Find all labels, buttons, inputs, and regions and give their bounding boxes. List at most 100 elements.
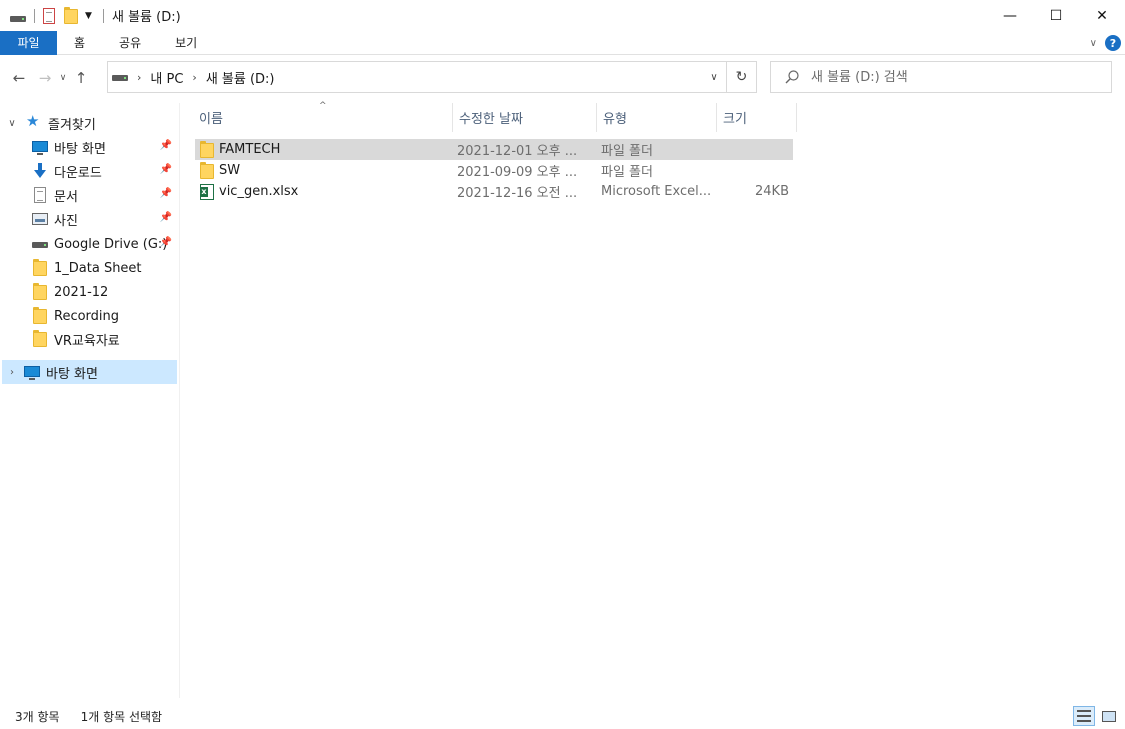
nav-label: 다운로드	[54, 165, 102, 181]
customize-toolbar-icon[interactable]: ▼	[85, 8, 95, 24]
file-list: 이름 ^ 수정한 날짜 유형 크기 FAMTECH 2021-12-01 오후 …	[181, 101, 1125, 698]
nav-item-documents[interactable]: 문서 📌	[0, 183, 178, 207]
column-size-label: 크기	[723, 112, 747, 127]
pin-icon[interactable]: 📌	[160, 164, 172, 175]
address-bar[interactable]: › 내 PC › 새 볼륨 (D:) ∨	[107, 61, 727, 93]
search-input[interactable]	[811, 69, 1091, 85]
forward-button[interactable]: →	[34, 67, 56, 89]
back-button[interactable]: ←	[8, 67, 30, 89]
new-folder-icon[interactable]	[63, 6, 79, 24]
details-view-icon	[1077, 710, 1091, 722]
search-box[interactable]	[770, 61, 1112, 93]
pin-icon[interactable]: 📌	[160, 188, 172, 199]
item-count: 3개 항목	[15, 710, 60, 724]
nav-label: 2021-12	[54, 284, 109, 300]
chevron-down-icon[interactable]: ∨	[6, 118, 18, 129]
nav-item-data-sheet[interactable]: 1_Data Sheet	[0, 256, 178, 280]
properties-icon[interactable]	[41, 7, 57, 24]
file-name: SW	[219, 163, 241, 178]
view-switcher	[1070, 706, 1120, 726]
large-icons-view-button[interactable]	[1098, 706, 1120, 726]
document-icon	[32, 187, 48, 203]
window-title: 새 볼륨 (D:)	[112, 10, 181, 25]
file-type: 파일 폴더	[601, 165, 653, 180]
quick-access-toolbar: ▼ 새 볼륨 (D:)	[0, 0, 181, 31]
file-modified: 2021-12-16 오전 ...	[457, 186, 578, 201]
expand-ribbon-icon[interactable]: ∨	[1090, 38, 1097, 49]
nav-item-2021-12[interactable]: 2021-12	[0, 280, 178, 304]
nav-label: Google Drive (G:)	[54, 236, 168, 252]
navigation-pane: ∨ ★ 즐겨찾기 바탕 화면 📌 다운로드 📌 문서 📌 사진 📌 Google…	[0, 103, 180, 698]
nav-item-desktop-root[interactable]: › 바탕 화면	[2, 360, 177, 384]
file-row[interactable]: FAMTECH 2021-12-01 오후 ... 파일 폴더	[195, 139, 793, 160]
window-controls: — ☐ ✕	[987, 0, 1125, 31]
maximize-button[interactable]: ☐	[1033, 0, 1079, 31]
desktop-icon	[32, 139, 48, 155]
pictures-icon	[32, 211, 48, 227]
column-headers: 이름 ^ 수정한 날짜 유형 크기	[193, 101, 797, 132]
tab-share[interactable]: 공유	[102, 31, 158, 55]
folder-icon	[32, 330, 48, 347]
column-type[interactable]: 유형	[597, 103, 717, 132]
nav-item-desktop[interactable]: 바탕 화면 📌	[0, 135, 178, 159]
folder-icon	[199, 140, 215, 158]
sort-ascending-icon: ^	[319, 101, 327, 111]
nav-label: 문서	[54, 189, 78, 205]
nav-item-vr-materials[interactable]: VR교육자료	[0, 327, 178, 351]
file-row[interactable]: SW 2021-09-09 오후 ... 파일 폴더	[195, 160, 793, 181]
toolbar-divider	[34, 8, 35, 23]
up-button[interactable]: ↑	[70, 67, 92, 89]
file-type: Microsoft Excel...	[601, 184, 712, 199]
nav-item-pictures[interactable]: 사진 📌	[0, 207, 178, 231]
column-type-label: 유형	[603, 112, 627, 127]
toolbar-divider	[103, 8, 104, 23]
nav-label: Recording	[54, 308, 120, 324]
chevron-right-icon[interactable]: ›	[192, 71, 196, 84]
chevron-down-icon[interactable]: ∨	[702, 62, 726, 92]
column-modified-label: 수정한 날짜	[459, 112, 523, 127]
refresh-button[interactable]: ↻	[727, 61, 757, 93]
ribbon-tabs: 파일 홈 공유 보기 ∨ ?	[0, 30, 1125, 55]
minimize-button[interactable]: —	[987, 0, 1033, 31]
status-bar: 3개 항목 1개 항목 선택함	[0, 704, 1125, 729]
desktop-icon	[24, 364, 40, 380]
download-icon	[32, 163, 48, 179]
pin-icon[interactable]: 📌	[160, 140, 172, 151]
ribbon-controls: ∨ ?	[1090, 31, 1121, 55]
drive-icon[interactable]	[10, 8, 26, 24]
nav-item-downloads[interactable]: 다운로드 📌	[0, 159, 178, 183]
column-size[interactable]: 크기	[717, 103, 797, 132]
navigation-bar: ← → ∨ ↑ › 내 PC › 새 볼륨 (D:) ∨ ↻	[0, 55, 1125, 101]
chevron-right-icon[interactable]: ›	[6, 367, 18, 378]
chevron-right-icon[interactable]: ›	[137, 71, 141, 84]
nav-quick-access[interactable]: ∨ ★ 즐겨찾기	[0, 111, 178, 135]
recent-locations-button[interactable]: ∨	[56, 67, 70, 89]
large-icons-view-icon	[1102, 710, 1116, 722]
tab-view[interactable]: 보기	[158, 31, 214, 55]
title-bar: ▼ 새 볼륨 (D:) — ☐ ✕	[0, 0, 1125, 31]
help-icon[interactable]: ?	[1105, 35, 1121, 51]
breadcrumb: › 내 PC › 새 볼륨 (D:)	[128, 68, 275, 87]
breadcrumb-this-pc[interactable]: 내 PC	[150, 68, 183, 87]
tab-home[interactable]: 홈	[57, 31, 102, 55]
breadcrumb-volume-d[interactable]: 새 볼륨 (D:)	[206, 68, 275, 87]
column-modified[interactable]: 수정한 날짜	[453, 103, 597, 132]
column-name[interactable]: 이름 ^	[193, 101, 453, 132]
nav-label: 1_Data Sheet	[54, 260, 142, 276]
nav-label: 즐겨찾기	[48, 117, 96, 133]
selected-count: 1개 항목 선택함	[80, 710, 163, 724]
tab-file[interactable]: 파일	[0, 30, 57, 55]
drive-icon	[112, 69, 128, 85]
file-type: 파일 폴더	[601, 144, 653, 159]
pin-icon[interactable]: 📌	[160, 212, 172, 223]
pin-icon[interactable]: 📌	[160, 237, 172, 248]
file-modified: 2021-12-01 오후 ...	[457, 144, 578, 159]
close-button[interactable]: ✕	[1079, 0, 1125, 31]
nav-label: VR교육자료	[54, 333, 120, 349]
nav-item-google-drive[interactable]: Google Drive (G:) 📌	[0, 232, 178, 256]
nav-label: 사진	[54, 213, 78, 229]
nav-item-recording[interactable]: Recording	[0, 304, 178, 328]
details-view-button[interactable]	[1073, 706, 1095, 726]
file-row[interactable]: vic_gen.xlsx 2021-12-16 오전 ... Microsoft…	[195, 181, 793, 202]
file-size: 24KB	[755, 184, 789, 199]
